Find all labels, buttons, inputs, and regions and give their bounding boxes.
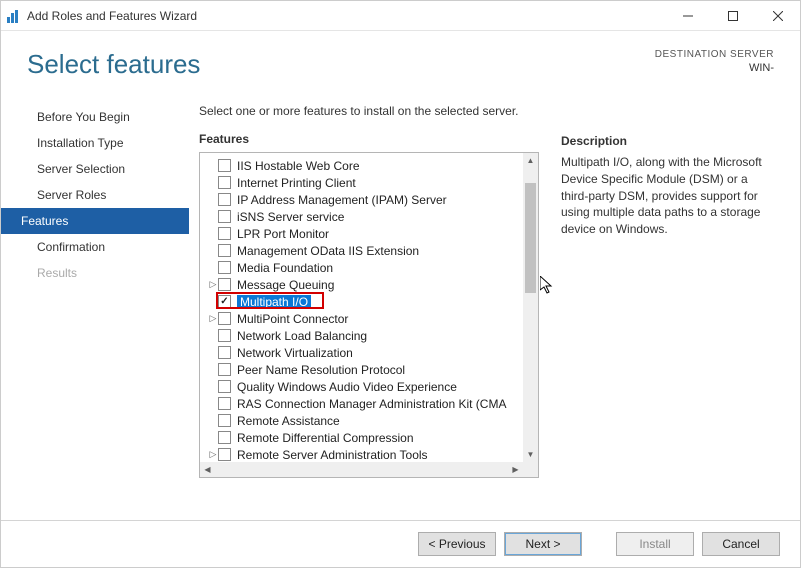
feature-checkbox[interactable] (218, 363, 231, 376)
feature-item[interactable]: Remote Differential Compression (202, 429, 521, 446)
feature-item[interactable]: IIS Hostable Web Core (202, 157, 521, 174)
feature-label: Media Foundation (237, 261, 333, 275)
feature-label: iSNS Server service (237, 210, 344, 224)
previous-button[interactable]: < Previous (418, 532, 496, 556)
feature-label: Remote Server Administration Tools (237, 448, 428, 462)
feature-item[interactable]: Network Load Balancing (202, 327, 521, 344)
page-title: Select features (27, 49, 200, 80)
feature-item[interactable]: LPR Port Monitor (202, 225, 521, 242)
expand-icon[interactable]: ▷ (208, 449, 218, 460)
feature-checkbox[interactable] (218, 261, 231, 274)
nav-sidebar: Before You Begin Installation Type Serve… (1, 98, 189, 520)
close-button[interactable] (755, 1, 800, 31)
nav-confirmation[interactable]: Confirmation (1, 234, 189, 260)
feature-label: IP Address Management (IPAM) Server (237, 193, 447, 207)
feature-label: Quality Windows Audio Video Experience (237, 380, 457, 394)
minimize-button[interactable] (665, 1, 710, 31)
feature-item[interactable]: Peer Name Resolution Protocol (202, 361, 521, 378)
window-controls (665, 1, 800, 31)
feature-item[interactable]: RAS Connection Manager Administration Ki… (202, 395, 521, 412)
scroll-thumb[interactable] (525, 183, 536, 293)
feature-item[interactable]: Internet Printing Client (202, 174, 521, 191)
feature-checkbox[interactable] (218, 397, 231, 410)
titlebar: Add Roles and Features Wizard (1, 1, 800, 31)
feature-checkbox[interactable] (218, 278, 231, 291)
scroll-left-icon[interactable]: ◀ (200, 462, 215, 477)
feature-item[interactable]: IP Address Management (IPAM) Server (202, 191, 521, 208)
feature-item[interactable]: ▷ Message Queuing (202, 276, 521, 293)
nav-features[interactable]: Features (1, 208, 189, 234)
feature-label: Internet Printing Client (237, 176, 356, 190)
feature-label: Network Load Balancing (237, 329, 367, 343)
description-label: Description (561, 134, 778, 148)
maximize-button[interactable] (710, 1, 755, 31)
features-panel: Select one or more features to install o… (199, 104, 539, 520)
window-title: Add Roles and Features Wizard (27, 9, 197, 23)
scroll-right-icon[interactable]: ▶ (508, 462, 523, 477)
scroll-down-icon[interactable]: ▼ (523, 447, 538, 462)
horizontal-scrollbar[interactable]: ◀ ▶ (200, 462, 523, 477)
nav-installation-type[interactable]: Installation Type (1, 130, 189, 156)
feature-label: Multipath I/O (237, 295, 311, 309)
feature-item[interactable]: iSNS Server service (202, 208, 521, 225)
destination-value: WIN- (655, 62, 774, 74)
footer: < Previous Next > Install Cancel (1, 520, 800, 566)
expand-icon[interactable]: ▷ (208, 313, 218, 324)
feature-item[interactable]: ▷ Remote Server Administration Tools (202, 446, 521, 462)
feature-checkbox[interactable] (218, 414, 231, 427)
feature-label: Management OData IIS Extension (237, 244, 419, 258)
feature-label: Message Queuing (237, 278, 334, 292)
description-text: Multipath I/O, along with the Microsoft … (561, 154, 778, 238)
instruction-text: Select one or more features to install o… (199, 104, 539, 118)
features-label: Features (199, 132, 539, 146)
feature-item[interactable]: Network Virtualization (202, 344, 521, 361)
feature-item[interactable]: Media Foundation (202, 259, 521, 276)
feature-checkbox[interactable] (218, 159, 231, 172)
main: Before You Begin Installation Type Serve… (1, 90, 800, 520)
nav-server-roles[interactable]: Server Roles (1, 182, 189, 208)
feature-checkbox[interactable] (218, 193, 231, 206)
feature-checkbox[interactable] (218, 176, 231, 189)
feature-checkbox[interactable] (218, 431, 231, 444)
expand-icon[interactable]: ▷ (208, 279, 218, 290)
feature-item[interactable]: Remote Assistance (202, 412, 521, 429)
feature-checkbox[interactable] (218, 312, 231, 325)
destination-label: DESTINATION SERVER (655, 49, 774, 60)
app-icon (7, 9, 21, 23)
feature-item[interactable]: Management OData IIS Extension (202, 242, 521, 259)
feature-label: Peer Name Resolution Protocol (237, 363, 405, 377)
feature-checkbox[interactable] (218, 329, 231, 342)
feature-checkbox[interactable] (218, 227, 231, 240)
feature-checkbox[interactable] (218, 380, 231, 393)
next-button[interactable]: Next > (504, 532, 582, 556)
feature-item[interactable]: ✓ Multipath I/O (202, 293, 521, 310)
feature-label: RAS Connection Manager Administration Ki… (237, 397, 506, 411)
feature-checkbox[interactable] (218, 448, 231, 461)
description-panel: Description Multipath I/O, along with th… (561, 104, 778, 520)
feature-checkbox[interactable] (218, 346, 231, 359)
cancel-button[interactable]: Cancel (702, 532, 780, 556)
feature-checkbox[interactable] (218, 244, 231, 257)
feature-checkbox[interactable]: ✓ (218, 295, 231, 308)
content: Select one or more features to install o… (189, 98, 800, 520)
scroll-up-icon[interactable]: ▲ (523, 153, 538, 168)
header: Select features DESTINATION SERVER WIN- (1, 31, 800, 90)
feature-item[interactable]: ▷ MultiPoint Connector (202, 310, 521, 327)
feature-label: IIS Hostable Web Core (237, 159, 360, 173)
feature-item[interactable]: Quality Windows Audio Video Experience (202, 378, 521, 395)
scrollbar-corner (523, 462, 538, 477)
feature-label: LPR Port Monitor (237, 227, 329, 241)
destination-server: DESTINATION SERVER WIN- (655, 49, 774, 74)
feature-checkbox[interactable] (218, 210, 231, 223)
nav-server-selection[interactable]: Server Selection (1, 156, 189, 182)
nav-results: Results (1, 260, 189, 286)
nav-before-you-begin[interactable]: Before You Begin (1, 104, 189, 130)
feature-label: Network Virtualization (237, 346, 353, 360)
feature-label: Remote Assistance (237, 414, 340, 428)
install-button: Install (616, 532, 694, 556)
feature-label: Remote Differential Compression (237, 431, 414, 445)
feature-label: MultiPoint Connector (237, 312, 348, 326)
features-list[interactable]: IIS Hostable Web Core Internet Printing C… (199, 152, 539, 478)
vertical-scrollbar[interactable]: ▲ ▼ (523, 153, 538, 462)
